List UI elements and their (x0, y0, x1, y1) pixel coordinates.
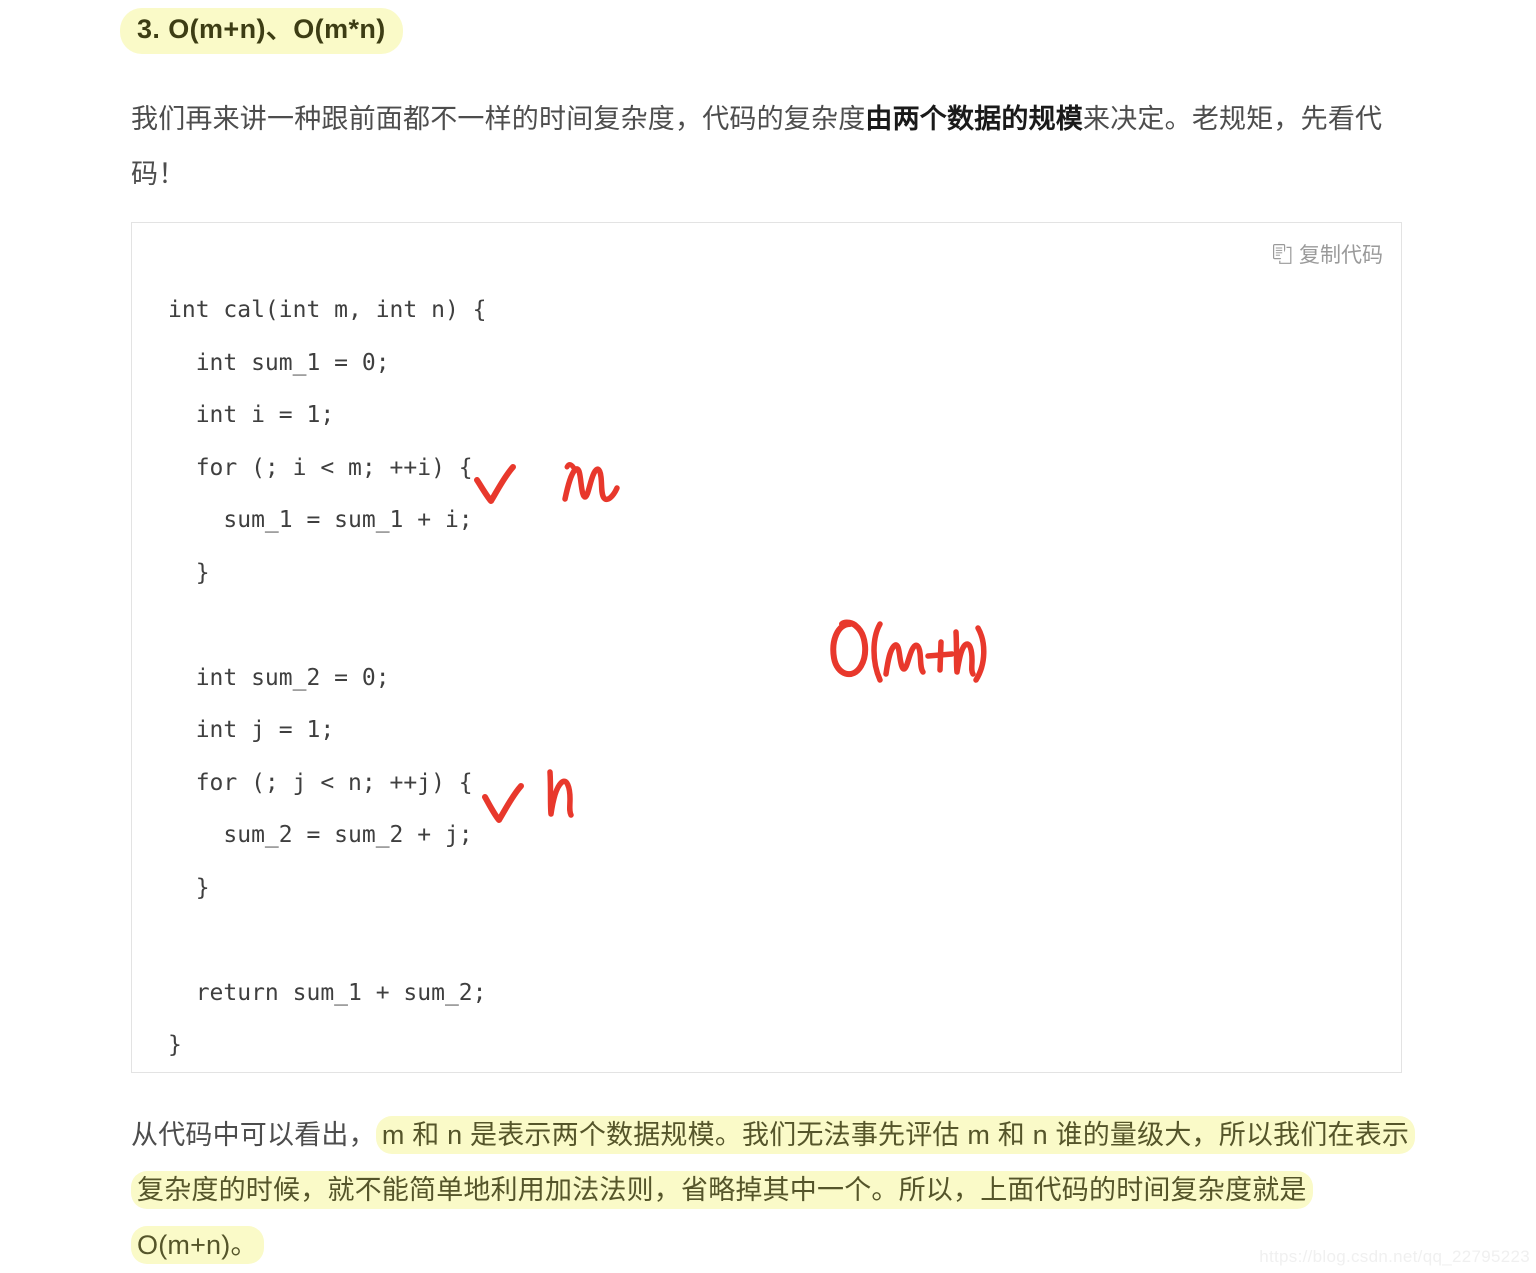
article-page: 3. O(m+n)、O(m*n) 我们再来讲一种跟前面都不一样的时间复杂度，代码… (0, 0, 1536, 1273)
code-line: } (168, 559, 210, 586)
code-line: } (168, 1032, 182, 1058)
outro-paragraph: 从代码中可以看出， m 和 n 是表示两个数据规模。我们无法事先评估 m 和 n … (131, 1108, 1416, 1273)
code-line: int j = 1; (168, 717, 335, 743)
intro-text-part1: 我们再来讲一种跟前面都不一样的时间复杂度，代码的复杂度 (131, 104, 866, 134)
code-line: } (168, 874, 210, 901)
code-text[interactable]: int cal(int m, int n) { int sum_1 = 0; i… (168, 284, 1391, 1072)
code-line: for (; i < m; ++i) { (168, 454, 473, 481)
code-line: sum_1 = sum_1 + i; (168, 507, 473, 533)
intro-text-bold: 由两个数据的规模 (865, 104, 1084, 134)
code-line: return sum_1 + sum_2; (168, 979, 487, 1006)
copy-code-label: 复制代码 (1299, 244, 1383, 267)
watermark: https://blog.csdn.net/qq_22795223 (1259, 1247, 1530, 1266)
intro-paragraph: 我们再来讲一种跟前面都不一样的时间复杂度，代码的复杂度由两个数据的规模来决定。老… (131, 92, 1396, 202)
code-line: int i = 1; (168, 402, 335, 428)
code-line: int sum_2 = 0; (168, 664, 390, 691)
copy-icon (1273, 244, 1292, 264)
code-line: sum_2 = sum_2 + j; (168, 822, 473, 848)
section-heading: 3. O(m+n)、O(m*n) (120, 8, 403, 54)
code-block-card: 复制代码 int cal(int m, int n) { int sum_1 =… (131, 222, 1402, 1073)
outro-lead-text: 从代码中可以看出， (131, 1120, 376, 1150)
code-line: int cal(int m, int n) { (168, 297, 487, 323)
code-line: for (; j < n; ++j) { (168, 769, 473, 796)
code-line: int sum_1 = 0; (168, 349, 390, 376)
copy-code-button[interactable]: 复制代码 (1273, 239, 1383, 269)
